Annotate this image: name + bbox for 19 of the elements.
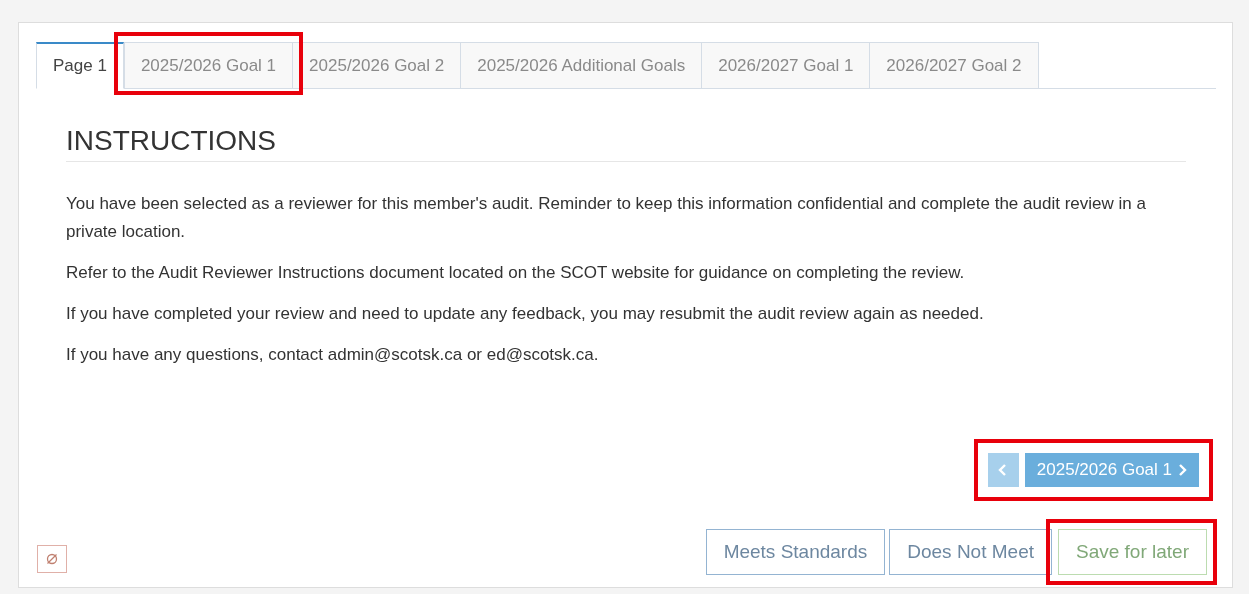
tab[interactable]: 2026/2027 Goal 2	[870, 42, 1039, 89]
paragraph: You have been selected as a reviewer for this member's audit. Reminder to keep this information confidential and complete the audit review in a private location.	[66, 193, 1146, 243]
next-button[interactable]: 2025/2026 Goal 1	[1024, 453, 1199, 487]
tab[interactable]: 2026/2027 Goal 1	[702, 42, 871, 89]
paragraph: Refer to the Audit Reviewer Instructions document located on the SCOT website for guidance on completing the review.	[66, 262, 966, 284]
tab[interactable]: 2025/2026 Goal 1	[123, 42, 294, 89]
action-button[interactable]: Meets Standards	[705, 529, 886, 575]
clear-button[interactable]	[37, 545, 67, 573]
tab[interactable]: Page 1	[36, 42, 124, 89]
tab[interactable]: 2025/2026 Additional Goals	[461, 42, 703, 89]
slashed-circle-icon	[45, 552, 59, 566]
chevron-left-icon	[998, 463, 1009, 477]
paragraph: If you have completed your review and need to update any feedback, you may resubmit the audit review again as needed.	[66, 303, 985, 325]
action-button[interactable]: Save for later	[1058, 529, 1207, 575]
paragraph: If you have any questions, contact admin@scotsk.ca or ed@scotsk.ca.	[66, 344, 600, 366]
section-heading: INSTRUCTIONS	[66, 125, 1186, 162]
tab[interactable]: 2025/2026 Goal 2	[293, 42, 462, 89]
chevron-right-icon	[1177, 463, 1187, 477]
action-button[interactable]: Does Not Meet	[889, 529, 1052, 575]
